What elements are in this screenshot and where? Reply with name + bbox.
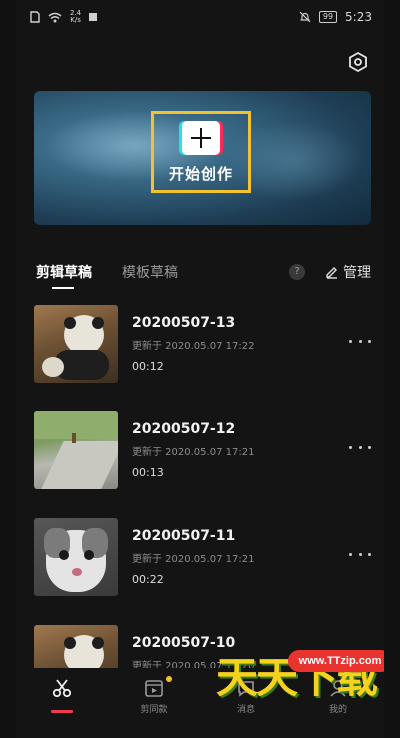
- draft-item[interactable]: 20200507-11 更新于 2020.05.07 17:21 00:22: [34, 518, 371, 598]
- start-creation-label: 开始创作: [168, 164, 233, 183]
- plus-icon: [182, 120, 220, 155]
- nav-label: 我的: [328, 705, 347, 715]
- draft-title: 20200507-12: [132, 421, 236, 437]
- draft-duration: 00:22: [132, 573, 164, 586]
- manage-button[interactable]: 管理: [325, 262, 371, 282]
- draft-title: 20200507-11: [132, 528, 236, 544]
- notification-icon: [89, 13, 98, 21]
- nav-item-profile[interactable]: 我的: [292, 668, 384, 738]
- manage-label: 管理: [343, 265, 371, 281]
- settings-button[interactable]: [346, 50, 370, 74]
- draft-title: 20200507-13: [132, 315, 236, 331]
- draft-item[interactable]: 20200507-12 更新于 2020.05.07 17:21 00:13: [34, 411, 371, 491]
- draft-title: 20200507-10: [132, 635, 236, 651]
- bottom-navigation: 剪同款 消息 我的: [16, 668, 384, 738]
- hexagon-gear-icon: [349, 51, 367, 73]
- edit-pencil-icon: [326, 267, 337, 279]
- tab-edit-drafts[interactable]: 剪辑草稿: [36, 262, 92, 282]
- network-speed: 2.4 K/s: [70, 9, 82, 24]
- tab-active-indicator: [52, 287, 74, 289]
- wifi-icon: [48, 12, 62, 22]
- create-banner[interactable]: 开始创作: [34, 91, 371, 225]
- draft-duration: 00:13: [132, 466, 164, 479]
- status-bar: 2.4 K/s 99 5:23: [16, 0, 384, 34]
- draft-updated-time: 更新于 2020.05.07 17:21: [132, 554, 255, 565]
- help-button[interactable]: ?: [289, 264, 305, 280]
- more-options-button[interactable]: [349, 331, 371, 351]
- sim-icon: [30, 11, 40, 23]
- start-creation-button[interactable]: 开始创作: [151, 111, 251, 193]
- draft-thumbnail: [34, 411, 118, 489]
- draft-item[interactable]: 20200507-13 更新于 2020.05.07 17:22 00:12: [34, 305, 371, 385]
- battery-indicator: 99: [318, 11, 338, 23]
- draft-thumbnail: [34, 305, 118, 383]
- draft-updated-time: 更新于 2020.05.07 17:21: [132, 447, 255, 458]
- nav-item-messages[interactable]: 消息: [200, 668, 292, 738]
- notification-badge: [166, 676, 172, 682]
- message-icon: [238, 681, 254, 697]
- profile-icon: [330, 680, 346, 697]
- nav-item-edit[interactable]: [16, 668, 108, 738]
- template-clip-icon: [145, 680, 163, 697]
- draft-duration: 00:12: [132, 360, 164, 373]
- tab-template-drafts[interactable]: 模板草稿: [122, 262, 178, 282]
- draft-updated-time: 更新于 2020.05.07 17:22: [132, 341, 255, 352]
- nav-label: 消息: [236, 705, 255, 715]
- mute-bell-icon: [299, 11, 311, 23]
- draft-tabs: 剪辑草稿 模板草稿 ? 管理: [34, 262, 371, 292]
- scissors-icon: [52, 679, 72, 698]
- nav-label: 剪同款: [140, 705, 168, 715]
- more-options-button[interactable]: [349, 544, 371, 564]
- draft-thumbnail: [34, 518, 118, 596]
- nav-item-template[interactable]: 剪同款: [108, 668, 200, 738]
- more-options-button[interactable]: [349, 437, 371, 457]
- clock: 5:23: [345, 10, 372, 24]
- nav-active-indicator: [51, 710, 73, 713]
- app-frame: 2.4 K/s 99 5:23 开始创作 剪辑草稿 模板草稿 ? 管理 2020…: [16, 0, 384, 738]
